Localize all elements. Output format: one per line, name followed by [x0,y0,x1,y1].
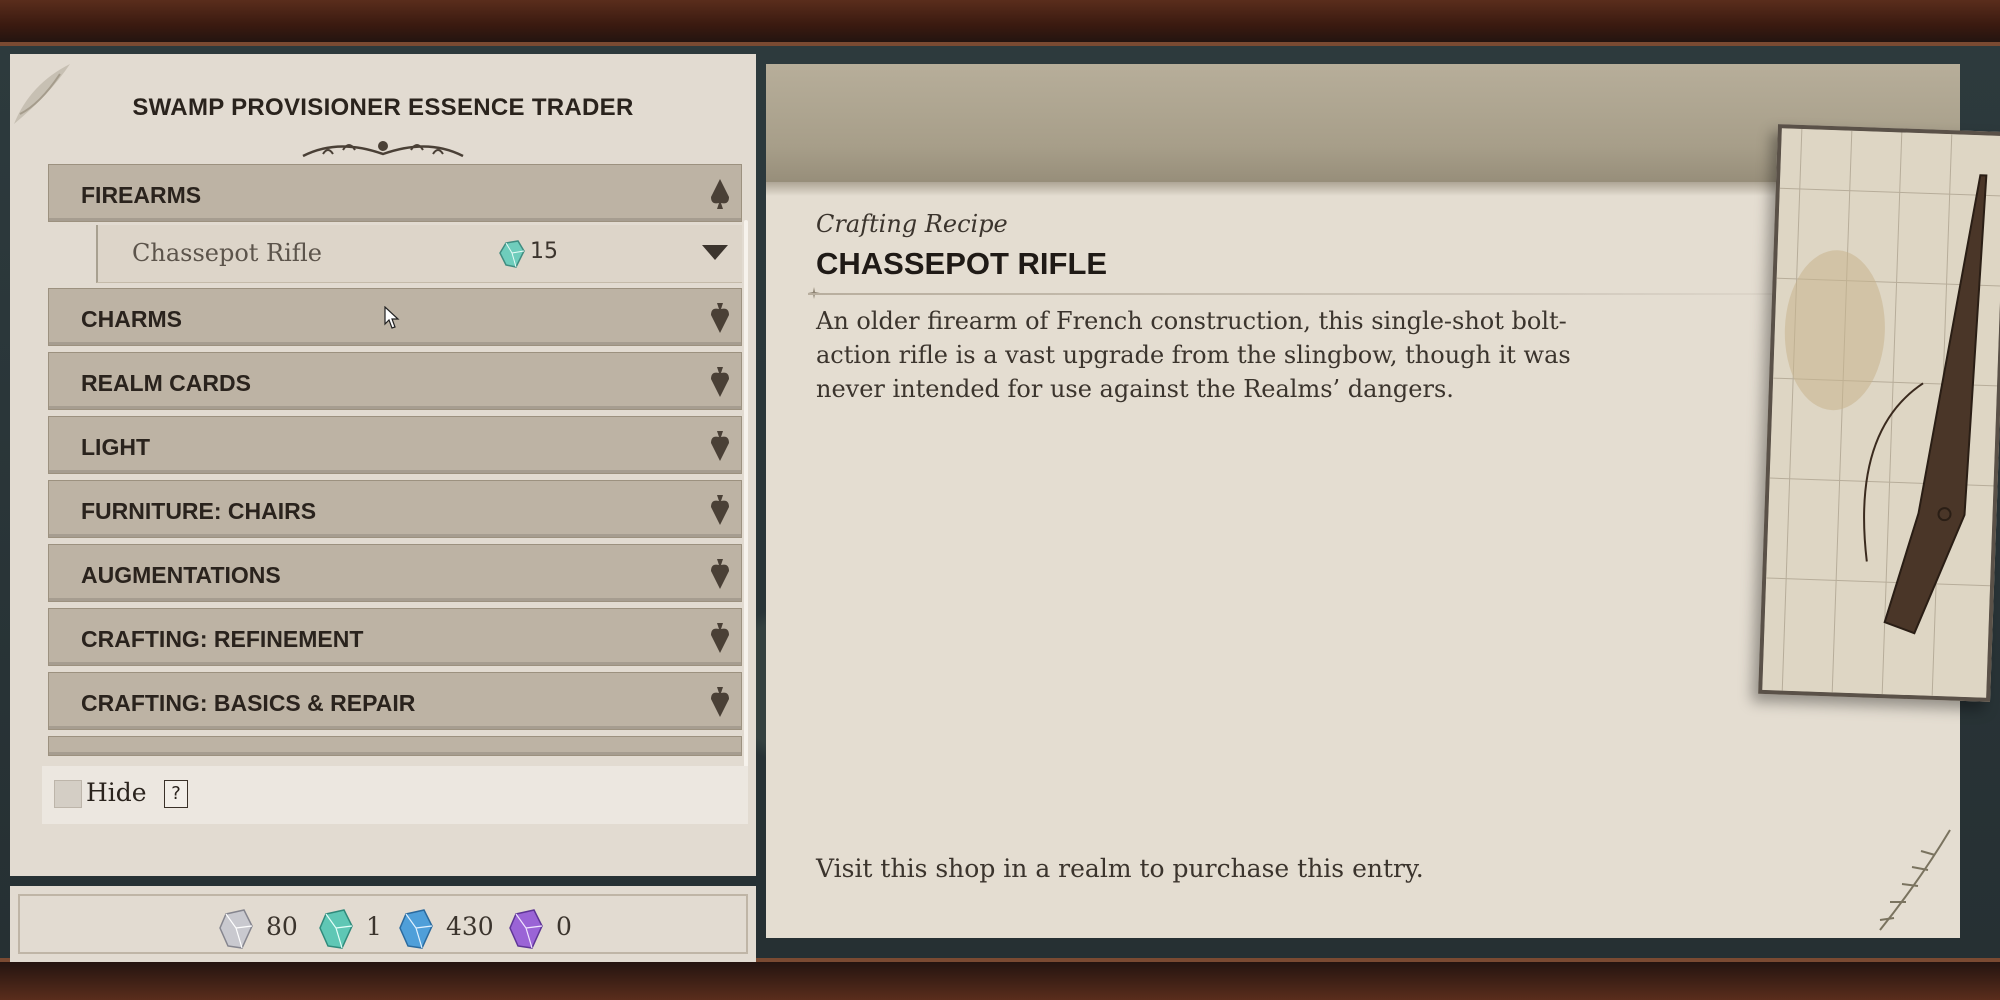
top-frame [0,0,2000,46]
purple-essence-icon [509,909,543,949]
spade-down-icon [711,559,729,589]
category-label: CRAFTING: BASICS & REPAIR [81,690,416,716]
currency-amount: 1 [366,912,382,941]
item-name: Chassepot Rifle [132,239,323,267]
spade-down-icon [711,623,729,653]
hide-label: Hide [86,778,147,807]
category-light[interactable]: LIGHT [48,416,742,474]
spade-down-icon [711,367,729,397]
mouse-cursor-icon [384,306,400,329]
category-list: FIREARMS Chassepot Rifle 15 CHARMS REALM… [38,164,744,764]
currency-amount: 80 [266,912,298,941]
rifle-blueprint-image [1758,124,2000,702]
hide-checkbox[interactable] [54,780,82,808]
currency-amount: 0 [556,912,572,941]
category-crafting-refinement[interactable]: CRAFTING: REFINEMENT [48,608,742,666]
purchase-hint: Visit this shop in a realm to purchase t… [816,854,1424,883]
item-title: CHASSEPOT RIFLE [816,246,1108,281]
flourish-ornament-icon [302,141,464,158]
spade-down-icon [711,303,729,333]
chevron-down-icon[interactable] [702,245,728,260]
rifle-sketch-icon [1762,128,2000,698]
category-crafting-basics-repair[interactable]: CRAFTING: BASICS & REPAIR [48,672,742,730]
teal-essence-icon [499,240,525,268]
help-icon[interactable]: ? [164,780,188,808]
shop-title: SWAMP PROVISIONER ESSENCE TRADER [132,94,634,121]
fern-ornament-icon [1879,829,1951,931]
category-label: FIREARMS [81,182,202,208]
hide-filter-bar: Hide ? [42,766,748,824]
category-label: CHARMS [81,306,182,332]
recipe-type-label: Crafting Recipe [816,210,1008,238]
blue-essence-icon [399,909,433,949]
category-realm-cards[interactable]: REALM CARDS [48,352,742,410]
currency-bar: 80 1 430 0 [10,886,756,962]
spade-down-icon [711,687,729,717]
white-essence-icon [219,909,253,949]
bottom-frame [0,958,2000,1000]
teal-essence-icon [319,909,353,949]
item-price: 15 [530,239,558,264]
spade-up-icon [711,179,729,209]
spade-down-icon [711,495,729,525]
item-chassepot-rifle[interactable]: Chassepot Rifle 15 [96,225,742,283]
category-label: CRAFTING: REFINEMENT [81,626,364,652]
category-label: REALM CARDS [81,370,251,396]
shop-list-panel: SWAMP PROVISIONER ESSENCE TRADER FIREARM… [10,54,756,876]
category-label: AUGMENTATIONS [81,562,281,588]
category-augmentations[interactable]: AUGMENTATIONS [48,544,742,602]
category-firearms[interactable]: FIREARMS [48,164,742,222]
title-divider [808,293,1908,295]
item-description: An older firearm of French construction,… [816,307,1571,403]
category-scrollbar[interactable] [744,220,748,776]
spade-down-icon [711,431,729,461]
currency-amount: 430 [446,912,494,941]
category-partial-next[interactable] [48,736,742,756]
category-label: LIGHT [81,434,150,460]
category-label: FURNITURE: CHAIRS [81,498,317,524]
currency-frame: 80 1 430 0 [18,894,748,954]
category-furniture-chairs[interactable]: FURNITURE: CHAIRS [48,480,742,538]
